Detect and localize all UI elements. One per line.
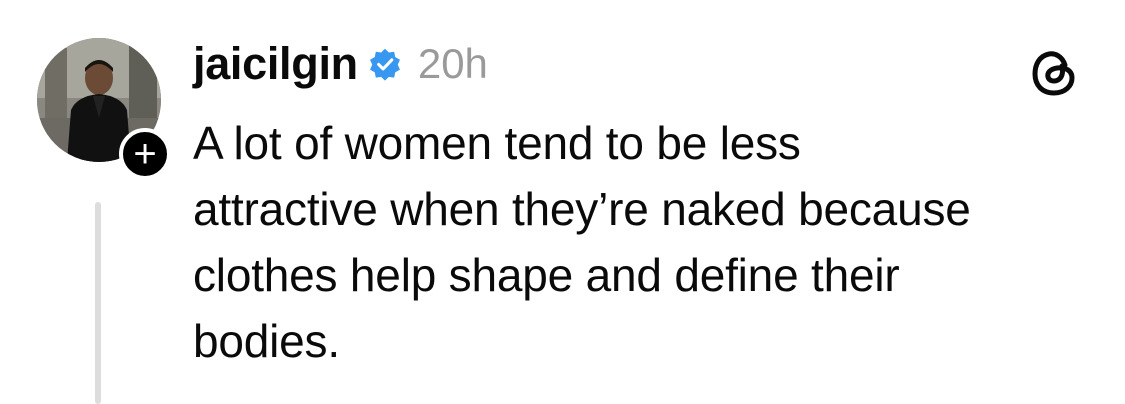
post-text-line: clothes help shape and define their xyxy=(193,249,900,301)
thread-line xyxy=(95,202,101,404)
post-header: jaicilgin 20h xyxy=(193,36,488,92)
post-body: A lot of women tend to be less attractiv… xyxy=(193,110,1098,374)
follow-button[interactable]: + xyxy=(119,128,171,180)
post-text-line: bodies. xyxy=(193,315,340,367)
post-text-line: attractive when they’re naked because xyxy=(193,183,971,235)
username[interactable]: jaicilgin xyxy=(193,38,358,90)
post-timestamp: 20h xyxy=(417,40,488,87)
threads-logo-icon[interactable] xyxy=(1027,46,1081,100)
verified-badge-icon xyxy=(369,48,400,81)
post-text-line: A lot of women tend to be less xyxy=(193,117,801,169)
plus-icon: + xyxy=(133,132,157,176)
